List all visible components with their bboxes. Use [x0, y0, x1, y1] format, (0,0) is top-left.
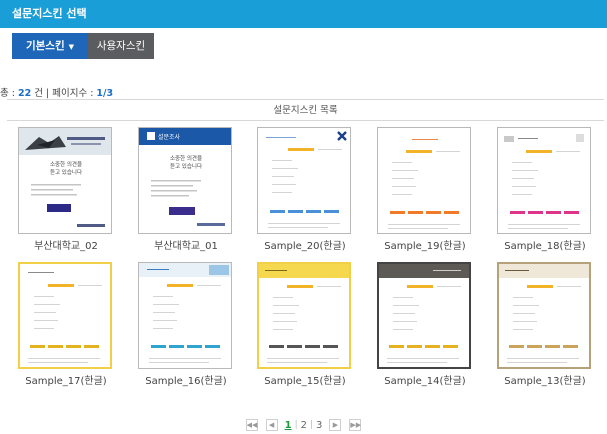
skin-thumbnail[interactable] — [497, 127, 591, 234]
skin-thumbnail[interactable] — [138, 262, 232, 369]
page-indicator: 1/3 — [96, 88, 114, 99]
skin-preview-pnu02: 소중한 의견을 듣고 있습니다 — [19, 128, 111, 227]
skin-card[interactable]: Sample_13(한글) — [486, 256, 604, 392]
thumb-text: 소중한 의견을 — [170, 155, 202, 162]
skin-card[interactable]: 소중한 의견을 듣고 있습니다 부산대학교_02 — [7, 121, 125, 257]
skin-card[interactable]: Sample_16(한글) — [127, 256, 245, 392]
thumb-text: 설문조사 — [158, 133, 181, 141]
prev-page-button[interactable]: ◀ — [265, 419, 278, 431]
tab-user-skin[interactable]: 사용자스킨 — [88, 33, 154, 59]
skin-name: Sample_16(한글) — [145, 376, 227, 387]
page-link-2[interactable]: 2 — [301, 420, 307, 431]
skin-thumbnail[interactable]: 소중한 의견을 듣고 있습니다 — [18, 127, 112, 234]
skin-thumbnail[interactable] — [497, 262, 591, 369]
skin-grid: 소중한 의견을 듣고 있습니다 부산대학교_02 설문조사 소중한 의견을 듣고… — [7, 121, 604, 407]
skin-card[interactable]: 설문조사 소중한 의견을 듣고 있습니다 부산대학교_01 — [127, 121, 245, 257]
last-page-button[interactable]: ▶▶ — [349, 419, 362, 431]
skin-thumbnail[interactable]: 설문조사 소중한 의견을 듣고 있습니다 — [138, 127, 232, 234]
page-link-3[interactable]: 3 — [316, 420, 322, 431]
skin-card[interactable]: Sample_14(한글) — [366, 256, 484, 392]
total-count: 22 — [17, 88, 32, 99]
first-page-button[interactable]: ◀◀ — [245, 419, 258, 431]
skin-card[interactable]: Sample_20(한글) — [246, 121, 364, 257]
skin-card[interactable]: Sample_15(한글) — [246, 256, 364, 392]
list-header: 설문지스킨 목록 — [7, 99, 604, 121]
result-summary: 총 : 22 건 | 페이지수 : 1/3 — [0, 85, 113, 99]
skin-name: Sample_18(한글) — [504, 241, 586, 252]
skin-tabs: 기본스킨 ▼ 사용자스킨 — [12, 33, 154, 59]
skin-card[interactable]: Sample_17(한글) — [7, 256, 125, 392]
total-label: 총 : — [0, 88, 18, 99]
skin-thumbnail[interactable] — [257, 262, 351, 369]
tab-basic-skin-label: 기본스킨 — [25, 40, 65, 52]
skin-thumbnail[interactable] — [18, 262, 112, 369]
pagination: ◀◀ ◀ 1 | 2 | 3 ▶ ▶▶ — [0, 418, 607, 432]
skin-name: Sample_14(한글) — [384, 376, 466, 387]
dialog-title-bar: 설문지스킨 선택 — [0, 0, 607, 28]
skin-name: Sample_17(한글) — [25, 376, 107, 387]
next-page-button[interactable]: ▶ — [329, 419, 342, 431]
thumb-text: 듣고 있습니다 — [170, 162, 202, 170]
tab-user-skin-label: 사용자스킨 — [96, 40, 146, 52]
close-icon — [337, 131, 347, 141]
skin-name: 부산대학교_02 — [34, 241, 98, 252]
page-separator: | — [309, 420, 314, 430]
thumb-text: 듣고 있습니다 — [50, 168, 82, 176]
skin-card[interactable]: Sample_18(한글) — [486, 121, 604, 257]
skin-card[interactable]: Sample_19(한글) — [366, 121, 484, 257]
page-separator: | — [294, 420, 298, 430]
skin-thumbnail[interactable] — [257, 127, 351, 234]
skin-preview-pnu01: 설문조사 소중한 의견을 듣고 있습니다 — [139, 128, 231, 226]
tab-basic-skin[interactable]: 기본스킨 ▼ — [12, 33, 88, 59]
skin-name: Sample_19(한글) — [384, 241, 466, 252]
page-label: 건 | 페이지수 : — [31, 88, 97, 99]
skin-name: Sample_15(한글) — [264, 376, 346, 387]
thumb-text: 소중한 의견을 — [50, 161, 82, 168]
skin-thumbnail[interactable] — [377, 127, 471, 234]
caret-down-icon: ▼ — [68, 43, 75, 51]
page-link-1[interactable]: 1 — [285, 420, 292, 431]
skin-name: Sample_13(한글) — [504, 376, 586, 387]
list-title: 설문지스킨 목록 — [273, 105, 338, 116]
skin-name: 부산대학교_01 — [154, 241, 218, 252]
skin-name: Sample_20(한글) — [264, 241, 346, 252]
dialog-title: 설문지스킨 선택 — [12, 7, 87, 20]
skin-thumbnail[interactable] — [377, 262, 471, 369]
